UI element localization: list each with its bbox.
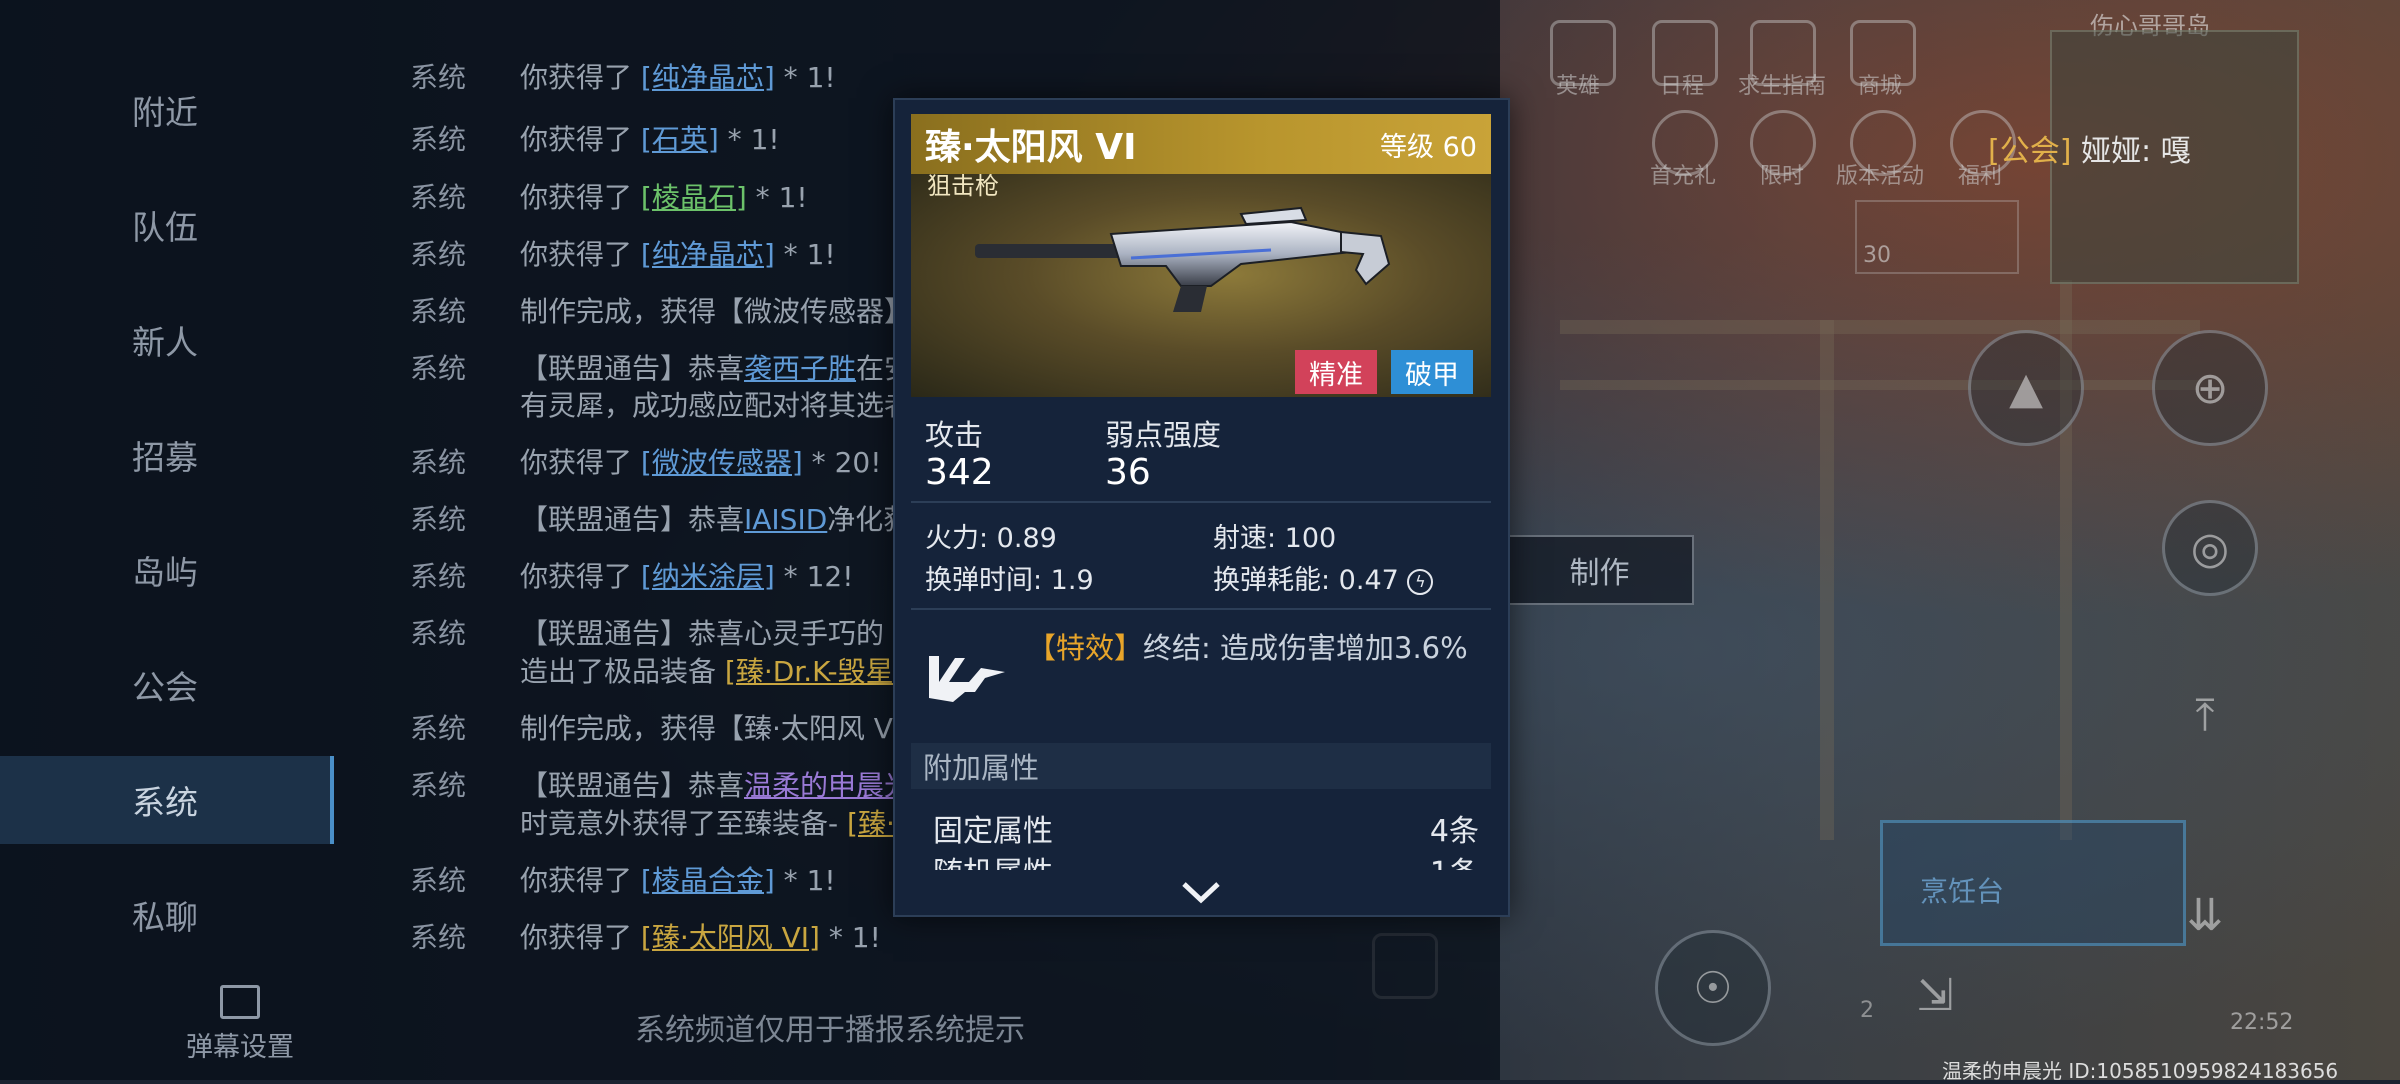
weakpoint-label: 弱点强度 — [1105, 418, 1222, 452]
player-link[interactable]: 温柔的申晨光 — [744, 769, 912, 802]
energy-icon: ϟ — [1407, 568, 1434, 595]
tab-newbie[interactable]: 新人 — [0, 296, 330, 384]
hud-label: 日程 — [1660, 74, 1705, 99]
jump-icon[interactable]: ⤒ — [2150, 660, 2260, 770]
item-link[interactable]: [纯净晶芯] — [641, 61, 775, 94]
chevron-down-icon[interactable] — [1182, 882, 1220, 904]
item-level: 等级 60 — [1380, 131, 1477, 163]
hud-label: 商城 — [1858, 74, 1903, 99]
item-link[interactable]: [纳米涂层] — [641, 560, 775, 593]
effect-weapon-icon — [929, 656, 1005, 702]
list-item: 系统 你获得了 [棱晶合金] * 1! — [410, 864, 836, 897]
danmu-settings-label: 弹幕设置 — [186, 1032, 294, 1063]
list-item: 系统 你获得了 [石英] * 1! — [410, 123, 780, 156]
tab-island[interactable]: 岛屿 — [0, 526, 330, 614]
scene-beam — [1820, 320, 1834, 840]
list-item: 系统 【联盟通告】恭喜袭西子胜在安 — [410, 352, 913, 385]
ammo-count: 30 — [1863, 243, 1891, 268]
item-link[interactable]: [纯净晶芯] — [641, 238, 775, 271]
prone-icon[interactable]: ⇲ — [1880, 940, 1990, 1050]
attribute-list: 固定属性 4条 随机属性 1条 — [911, 800, 1491, 870]
weakpoint-value: 36 — [1105, 452, 1151, 493]
item-link[interactable]: [臻·太阳风 VI] — [641, 921, 820, 954]
extra-attributes-header: 附加属性 — [911, 743, 1491, 789]
stack-count: 2 — [1860, 998, 1874, 1023]
system-channel-note: 系统频道仅用于播报系统提示 — [635, 1013, 1025, 1048]
firepower-stat: 火力: 0.89 — [925, 523, 1057, 554]
list-item: 系统 你获得了 [臻·太阳风 VI] * 1! — [410, 921, 881, 954]
fixed-attr-value: 4条 — [1429, 814, 1479, 849]
tab-team[interactable]: 队伍 — [0, 181, 330, 269]
hud-label: 首充礼 — [1650, 164, 1717, 189]
attack-value: 342 — [925, 452, 994, 493]
list-item: 系统 你获得了 [纯净晶芯] * 1! — [410, 238, 836, 271]
danmu-settings-button[interactable]: 弹幕设置 — [175, 985, 305, 1064]
item-link[interactable]: [棱晶合金] — [641, 864, 775, 897]
list-item: 系统 【联盟通告】恭喜IAISID净化获 — [410, 503, 912, 536]
channel-tabs: 附近 队伍 新人 招募 岛屿 公会 系统 私聊 — [0, 0, 334, 1080]
fixed-attr-label: 固定属性 — [933, 814, 1053, 849]
hud-label: 版本活动 — [1836, 164, 1925, 189]
attack-label: 攻击 — [925, 418, 984, 452]
player-link[interactable]: 袭西子胜 — [744, 352, 856, 385]
divider — [911, 608, 1491, 610]
list-item: 系统 你获得了 [棱晶石] * 1! — [410, 181, 808, 214]
item-link[interactable]: [棱晶石] — [641, 181, 747, 214]
tab-recruit[interactable]: 招募 — [0, 411, 330, 499]
tag-armor-pierce: 破甲 — [1391, 350, 1473, 394]
clock: 22:52 — [2230, 1010, 2294, 1035]
tab-private[interactable]: 私聊 — [0, 871, 330, 959]
guild-chat-bubble: [公会] 娅娅: 嘎 — [1988, 126, 2191, 170]
list-item: 系统 【联盟通告】恭喜心灵手巧的 — [410, 617, 885, 650]
list-item-continuation: 造出了极品装备 [臻·Dr.K-毁星 — [520, 655, 894, 688]
weapon-type-label: 狙击枪 — [927, 174, 999, 200]
list-item: 系统 制作完成，获得【臻·太阳风 VI — [410, 712, 902, 745]
item-link[interactable]: [石英] — [641, 123, 719, 156]
random-attr-value: 1条 — [1430, 848, 1479, 870]
crouch-icon[interactable]: ⇊ — [2150, 860, 2260, 970]
scene-beam — [1560, 320, 2200, 334]
tag-precise: 精准 — [1295, 350, 1377, 394]
list-item: 系统 你获得了 [微波传感器] * 20! — [410, 446, 882, 479]
list-item-continuation: 时竟意外获得了至臻装备- [臻·太 — [520, 807, 923, 840]
hud-label: 求生指南 — [1738, 74, 1827, 99]
list-item-continuation: 有灵犀，成功感应配对将其选者 — [520, 389, 913, 422]
tab-system[interactable]: 系统 — [0, 756, 334, 844]
tab-nearby[interactable]: 附近 — [0, 66, 330, 154]
craft-button[interactable]: 制作 — [1505, 535, 1694, 605]
reload-time-stat: 换弹时间: 1.9 — [925, 565, 1094, 596]
guild-tag: [公会] — [1988, 134, 2072, 169]
special-effect: 【特效】终结: 造成伤害增加3.6% — [1027, 625, 1468, 667]
random-attr-label: 随机属性 — [933, 848, 1053, 870]
tab-guild[interactable]: 公会 — [0, 641, 330, 729]
item-link[interactable]: [微波传感器] — [641, 446, 803, 479]
list-item: 系统 你获得了 [纳米涂层] * 12! — [410, 560, 854, 593]
item-name: 臻·太阳风 VI — [925, 127, 1137, 168]
item-detail-card: 臻·太阳风 VI 等级 60 狙击枪 精准 破甲 攻击 342 弱点强度 36 … — [893, 98, 1510, 917]
list-item: 系统 制作完成，获得【微波传感器】 — [410, 295, 913, 328]
list-item: 系统 你获得了 [纯净晶芯] * 1! — [410, 61, 836, 94]
item-header: 臻·太阳风 VI 等级 60 — [911, 114, 1491, 174]
aim-target-button[interactable]: ◎ — [2162, 500, 2258, 596]
item-link[interactable]: [臻·Dr.K-毁星 — [725, 655, 894, 688]
guild-message: 娅娅: 嘎 — [2071, 134, 2191, 169]
effect-text: 终结: 造成伤害增加3.6% — [1143, 631, 1468, 665]
character-skill-button[interactable]: ☉ — [1655, 930, 1771, 1046]
reload-cost-stat: 换弹耗能: 0.47 ϟ — [1213, 558, 1434, 597]
hud-label: 限时 — [1760, 164, 1805, 189]
danmu-settings-icon — [220, 985, 260, 1019]
fire-rate-stat: 射速: 100 — [1213, 523, 1337, 554]
divider — [911, 501, 1491, 503]
list-item: 系统 【联盟通告】恭喜温柔的申晨光 — [410, 769, 913, 802]
hud-label: 英雄 — [1556, 74, 1601, 99]
cooking-station-label: 烹饪台 — [1920, 875, 2005, 908]
player-link[interactable]: IAISID — [744, 503, 827, 536]
crosshair-button[interactable]: ⊕ — [2152, 330, 2268, 446]
scene-beam — [1560, 380, 2200, 390]
rocket-skill-button[interactable]: ▲ — [1968, 330, 2084, 446]
weapon-slot[interactable]: 30 — [1855, 200, 2019, 274]
effect-tag: 【特效】 — [1027, 631, 1144, 665]
